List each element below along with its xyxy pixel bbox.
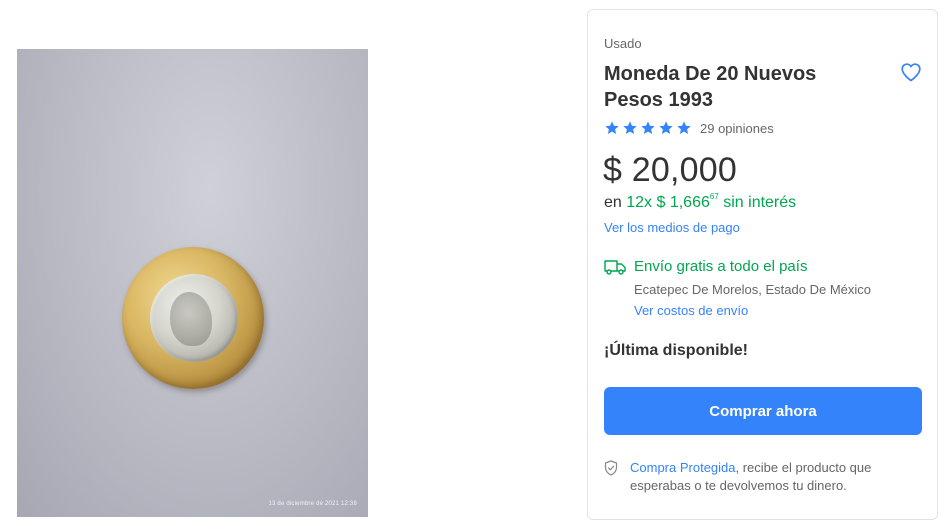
buy-now-button[interactable]: Comprar ahora <box>604 387 922 435</box>
heart-icon[interactable] <box>899 60 923 84</box>
installments-value: 12x $ 1,66667 sin interés <box>626 192 797 211</box>
installments: en 12x $ 1,66667 sin interés <box>604 192 796 212</box>
shipping-title: Envío gratis a todo el país <box>634 258 808 275</box>
product-title: Moneda De 20 Nuevos Pesos 1993 <box>604 63 817 111</box>
coin <box>122 247 264 389</box>
installments-cents: 67 <box>709 192 719 201</box>
star-icon <box>677 121 691 134</box>
rating[interactable]: 29 opiniones <box>604 119 774 137</box>
shipping-costs-link[interactable]: Ver costos de envío <box>634 303 748 318</box>
condition-label: Usado <box>604 36 642 51</box>
installments-suffix: sin interés <box>723 194 797 211</box>
truck-icon <box>604 260 626 275</box>
stock-label: ¡Última disponible! <box>604 342 748 359</box>
payment-methods-link[interactable]: Ver los medios de pago <box>604 220 740 235</box>
coin-portrait <box>170 292 212 346</box>
star-icon <box>641 121 655 134</box>
price: $ 20,000 <box>603 151 737 189</box>
reviews-count: 29 opiniones <box>700 120 774 136</box>
rating-stars <box>604 120 692 136</box>
protected-purchase-text: Compra Protegida, recibe el producto que… <box>630 459 922 495</box>
star-icon <box>605 121 619 134</box>
installments-prefix: en <box>604 194 622 211</box>
star-icon <box>623 121 637 134</box>
photo-timestamp: 13 de diciembre de 2021 12:38 <box>268 501 357 507</box>
coin-center <box>150 274 238 362</box>
protected-purchase-link[interactable]: Compra Protegida <box>630 460 736 475</box>
star-icon <box>659 121 673 134</box>
shipping-location: Ecatepec De Morelos, Estado De México <box>634 282 871 297</box>
product-image[interactable]: 13 de diciembre de 2021 12:38 <box>17 49 368 517</box>
shield-icon <box>604 460 618 476</box>
buy-box: Usado Moneda De 20 Nuevos Pesos 1993 29 … <box>587 9 938 520</box>
installments-amount: 12x $ 1,666 <box>626 194 710 211</box>
